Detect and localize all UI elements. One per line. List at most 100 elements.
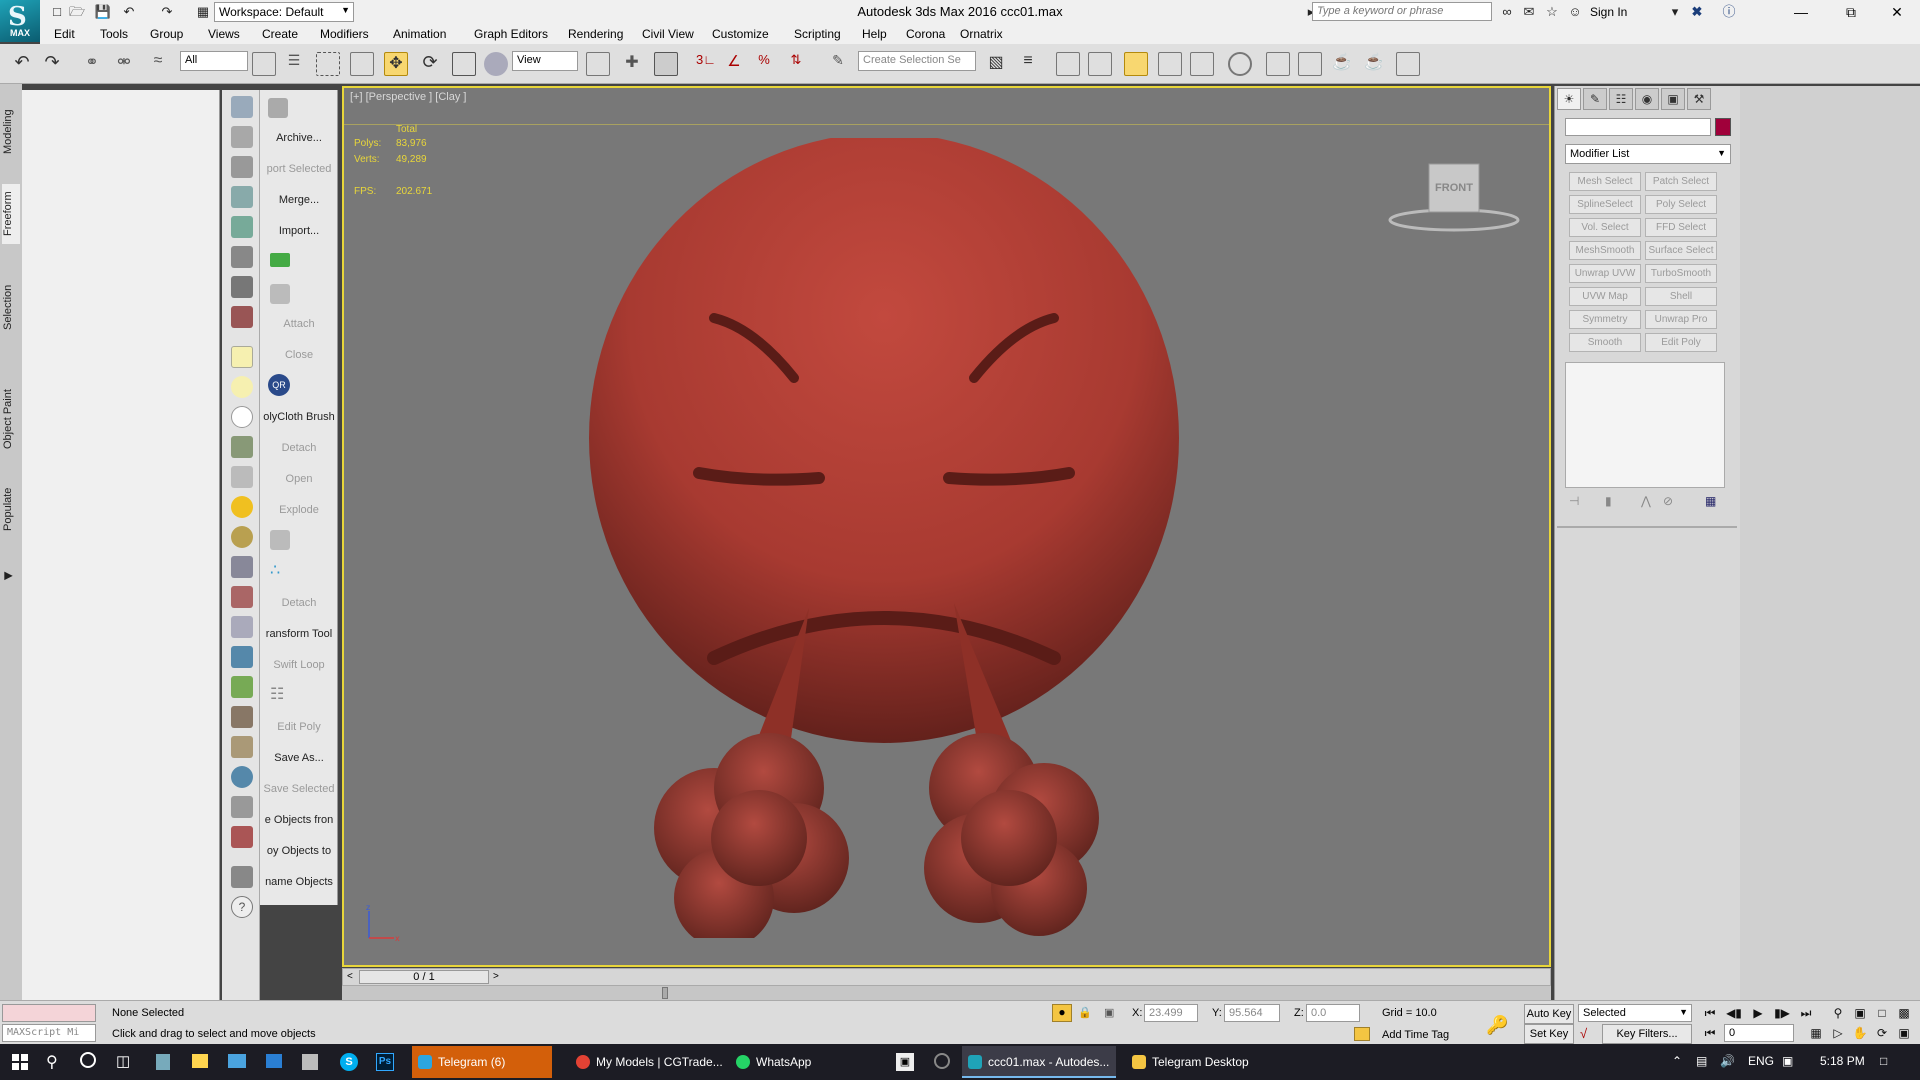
orbit-icon[interactable]: ⟳ <box>1872 1024 1892 1042</box>
merge-button[interactable]: Merge... <box>260 194 337 206</box>
key-icon[interactable]: 🔑 <box>1486 1015 1508 1036</box>
maxscript-listener[interactable] <box>2 1004 96 1022</box>
photo-icon[interactable] <box>270 253 290 267</box>
pinned-app-icon-2[interactable] <box>934 1053 950 1069</box>
material-editor-icon[interactable] <box>1228 52 1252 76</box>
menu-views[interactable]: Views <box>208 27 240 41</box>
edit-named-selection-icon[interactable]: ✎ <box>826 52 850 76</box>
mesh-icon[interactable] <box>231 616 253 638</box>
close-button[interactable]: Close <box>260 349 337 361</box>
utility-icon[interactable] <box>302 1054 318 1070</box>
edit-poly-button[interactable]: Edit Poly <box>260 721 337 733</box>
angle-snap-icon[interactable]: ∠ <box>722 52 746 76</box>
rotate-icon[interactable]: ⟳ <box>418 52 442 76</box>
sphere-tool-icon[interactable] <box>231 276 253 298</box>
toggle-scene-explorer-icon[interactable] <box>1056 52 1080 76</box>
menu-edit[interactable]: Edit <box>54 27 75 41</box>
curve-editor-icon[interactable] <box>1158 52 1182 76</box>
tray-chevron-icon[interactable]: ⌃ <box>1672 1054 1682 1068</box>
chevron-down-icon[interactable]: ▾ <box>1666 3 1684 21</box>
ribbon-collapse-icon[interactable]: ◀ <box>2 570 20 584</box>
viewport-label[interactable]: [+] [Perspective ] [Clay ] <box>350 91 466 103</box>
current-frame-field[interactable]: 0 <box>1724 1024 1794 1042</box>
unlink-icon[interactable]: ⚮ <box>112 52 136 76</box>
ffd-select-button[interactable]: FFD Select <box>1645 218 1717 237</box>
calculator-icon[interactable] <box>156 1054 170 1070</box>
menu-animation[interactable]: Animation <box>393 27 446 41</box>
mirror-icon[interactable]: ▧ <box>984 52 1008 76</box>
skype-icon[interactable]: S <box>340 1053 358 1071</box>
menu-rendering[interactable]: Rendering <box>568 27 623 41</box>
store-icon[interactable] <box>192 1054 208 1068</box>
key-filters-button[interactable]: Key Filters... <box>1602 1024 1692 1044</box>
modifier-stack[interactable] <box>1565 362 1725 488</box>
explode-button[interactable]: Explode <box>260 504 337 516</box>
character-icon[interactable] <box>231 306 253 328</box>
export-selected-button[interactable]: port Selected <box>260 163 337 175</box>
cluster-icon[interactable] <box>231 246 253 268</box>
symmetry-button[interactable]: Symmetry <box>1569 310 1641 329</box>
x-coordinate-field[interactable]: 23.499 <box>1144 1004 1198 1022</box>
time-slider[interactable]: < 0 / 1 > <box>342 968 1551 986</box>
render-in-cloud-icon[interactable] <box>1396 52 1420 76</box>
attach-button[interactable]: Attach <box>260 318 337 330</box>
redo-icon[interactable]: ↷ <box>40 52 64 76</box>
save-icon[interactable]: 💾 <box>94 3 112 21</box>
edit-poly-modifier-button[interactable]: Edit Poly <box>1645 333 1717 352</box>
perspective-viewport[interactable]: [+] [Perspective ] [Clay ] Total Polys: … <box>342 86 1551 967</box>
manipulate-icon[interactable]: ✚ <box>620 52 644 76</box>
viewcube-face-label[interactable]: FRONT <box>1429 182 1479 194</box>
meshsmooth-button[interactable]: MeshSmooth <box>1569 241 1641 260</box>
taskbar-app-telegram[interactable]: Telegram (6) <box>412 1046 552 1078</box>
cylinder-icon[interactable] <box>231 436 253 458</box>
viewcube[interactable]: FRONT <box>1384 158 1524 238</box>
tab-selection[interactable]: Selection <box>2 274 20 340</box>
swift-loop-button[interactable]: Swift Loop <box>260 659 337 671</box>
action-center-icon[interactable]: □ <box>1880 1054 1887 1068</box>
import-button[interactable]: Import... <box>260 225 337 237</box>
taskbar-app-browser[interactable]: My Models | CGTrade... <box>570 1046 723 1078</box>
create-tab-icon[interactable]: ☀ <box>1557 88 1581 110</box>
place-icon[interactable] <box>484 52 508 76</box>
user-icon[interactable]: ☺ <box>1566 3 1584 21</box>
table-icon[interactable] <box>231 186 253 208</box>
workspace-dropdown[interactable]: Workspace: Default ▼ <box>214 2 354 22</box>
render-production-icon[interactable]: ☕ <box>1330 52 1354 76</box>
go-to-end-icon[interactable]: ⏭ <box>1796 1004 1816 1022</box>
star-icon[interactable]: ☆ <box>1543 3 1561 21</box>
selection-filter-dropdown[interactable]: All <box>180 51 248 71</box>
texture-icon[interactable] <box>231 706 253 728</box>
isolate-selection-icon[interactable]: ● <box>1052 1004 1072 1022</box>
display-tab-icon[interactable]: ▣ <box>1661 88 1685 110</box>
torus-icon[interactable] <box>231 526 253 548</box>
windows-start-icon[interactable] <box>12 1054 28 1070</box>
pin-stack-icon[interactable]: ⊣ <box>1569 494 1579 508</box>
modify-tab-icon[interactable]: ✎ <box>1583 88 1607 110</box>
exchange-icon[interactable]: ✖ <box>1688 3 1706 21</box>
default-tangent-icon[interactable]: √ <box>1580 1026 1587 1041</box>
unwrap-pro-button[interactable]: Unwrap Pro <box>1645 310 1717 329</box>
menu-group[interactable]: Group <box>150 27 183 41</box>
key-mode-dropdown[interactable]: Selected ▼ <box>1578 1004 1692 1022</box>
copy-objects-button[interactable]: oy Objects to <box>260 845 337 857</box>
ref-coord-dropdown[interactable]: View <box>512 51 578 71</box>
configure-sets-icon[interactable]: ▦ <box>1705 494 1716 508</box>
help-icon[interactable]: ? <box>231 896 253 918</box>
cone-icon[interactable] <box>231 466 253 488</box>
maxscript-mini-listener[interactable]: MAXScript Mi <box>2 1024 96 1042</box>
network-icon[interactable]: ▤ <box>1696 1054 1707 1068</box>
pill-icon[interactable] <box>231 586 253 608</box>
taskbar-app-telegram-desktop[interactable]: Telegram Desktop <box>1126 1046 1266 1078</box>
language-indicator[interactable]: ENG <box>1748 1054 1774 1068</box>
detach-button[interactable]: Detach <box>260 597 337 609</box>
photoshop-icon[interactable]: Ps <box>376 1053 394 1071</box>
uvw-map-button[interactable]: UVW Map <box>1569 287 1641 306</box>
pan-icon[interactable]: ✋ <box>1850 1024 1870 1042</box>
render-iterative-icon[interactable]: ☕ <box>1362 52 1386 76</box>
transform-tool-button[interactable]: ransform Tool <box>260 628 337 640</box>
polycloth-brush-button[interactable]: olyCloth Brush <box>260 411 337 423</box>
tab-modeling[interactable]: Modeling <box>2 100 20 164</box>
time-tag-icon[interactable] <box>1354 1027 1370 1041</box>
rename-objects-button[interactable]: name Objects <box>260 876 337 888</box>
spinner-snap-icon[interactable]: ⇅ <box>784 52 808 76</box>
